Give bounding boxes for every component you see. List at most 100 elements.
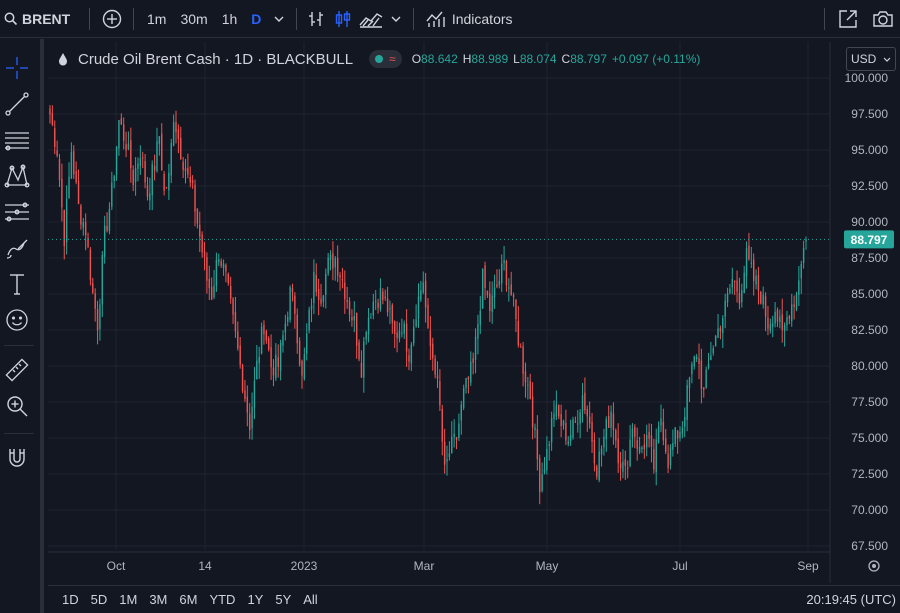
text-tool[interactable] (4, 271, 30, 297)
interval-d[interactable]: D (244, 0, 268, 38)
fib-retracement-tool[interactable] (4, 127, 30, 153)
measure-tool[interactable] (4, 357, 30, 383)
candle (277, 344, 279, 378)
price-tick-label: 72.500 (851, 467, 888, 481)
candle (489, 281, 491, 322)
candle (655, 428, 657, 486)
candle (748, 232, 750, 261)
chevron-down-icon (391, 16, 401, 22)
market-status[interactable]: ≈ (369, 50, 402, 68)
candles-style-button[interactable] (330, 0, 357, 38)
candle (127, 131, 130, 151)
candle (58, 154, 61, 187)
trend-line-tool[interactable] (4, 91, 30, 117)
candle (579, 408, 581, 439)
range-3m[interactable]: 3M (143, 592, 173, 607)
candle (420, 280, 422, 303)
candle (139, 145, 142, 175)
toolbar-divider (412, 7, 414, 30)
symbol-search[interactable]: BRENT (0, 0, 83, 38)
price-tick-label: 75.000 (851, 431, 888, 445)
candle (315, 263, 317, 297)
candle (61, 163, 63, 222)
candle (586, 405, 588, 432)
candle (546, 436, 548, 475)
price-tick-label: 85.000 (851, 287, 888, 301)
bars-style-button[interactable] (303, 0, 330, 38)
candle (241, 363, 244, 394)
prediction-tool[interactable] (4, 199, 30, 225)
candle (429, 316, 432, 360)
interval-1h[interactable]: 1h (215, 0, 245, 38)
candle (170, 138, 172, 184)
interval-dropdown[interactable] (268, 0, 289, 38)
crosshair-tool[interactable] (4, 55, 30, 81)
settings-icon[interactable] (868, 560, 880, 572)
indicators-button[interactable]: Indicators (420, 0, 519, 38)
candle (134, 157, 137, 196)
candle (760, 290, 762, 305)
price-tick-label: 67.500 (851, 539, 888, 553)
candle (741, 283, 743, 308)
brush-tool[interactable] (4, 235, 30, 261)
expand-icon (839, 9, 857, 28)
candle (163, 171, 165, 196)
range-1m[interactable]: 1M (113, 592, 143, 607)
candle (149, 177, 151, 211)
magnet-tool[interactable] (4, 445, 30, 471)
candle (496, 269, 498, 289)
candle (441, 404, 443, 456)
candle (565, 409, 567, 446)
candle (798, 266, 800, 307)
price-tick-label: 92.500 (851, 179, 888, 193)
candle (536, 415, 539, 471)
candle (389, 300, 391, 325)
candle (615, 428, 617, 448)
candle (634, 424, 636, 449)
range-1d[interactable]: 1D (48, 592, 85, 607)
candle (755, 269, 757, 290)
candle (75, 161, 77, 185)
snapshot-button[interactable] (865, 0, 900, 38)
range-5y[interactable]: 5Y (269, 592, 297, 607)
utc-clock[interactable]: 20:19:45 (UTC) (806, 592, 896, 607)
candle (182, 156, 184, 179)
candle (232, 297, 234, 325)
candle (49, 105, 51, 124)
pattern-tool[interactable] (4, 163, 30, 189)
emoji-tool[interactable] (4, 307, 30, 333)
candle (191, 175, 194, 189)
top-toolbar: BRENT 1m 30m 1h D Indicators (0, 0, 900, 38)
interval-1m[interactable]: 1m (140, 0, 173, 38)
range-5d[interactable]: 5D (85, 592, 114, 607)
candle (805, 236, 807, 250)
candle (607, 405, 610, 428)
range-all[interactable]: All (297, 592, 323, 607)
ohlc-change: +0.097 (+0.11%) (611, 52, 701, 66)
candle (142, 151, 144, 169)
candle (486, 290, 489, 298)
chart-pane[interactable]: 88.797 100.000 97.500 95.000 92.500 90.000 87… (48, 42, 900, 583)
indicators-icon (426, 11, 445, 27)
candle (189, 166, 191, 188)
candle (208, 265, 210, 301)
zoom-in-tool[interactable] (4, 393, 30, 419)
currency-selector[interactable]: USD (846, 47, 896, 71)
candle (184, 158, 187, 184)
candle (493, 274, 496, 309)
add-circle-icon (102, 9, 121, 28)
toolbar-divider (4, 345, 34, 346)
range-1y[interactable]: 1Y (241, 592, 269, 607)
fullscreen-button[interactable] (831, 0, 866, 38)
area-style-button[interactable] (357, 0, 386, 38)
candle (508, 278, 510, 302)
candle (591, 413, 593, 453)
range-ytd[interactable]: YTD (203, 592, 241, 607)
chart-style-dropdown[interactable] (386, 0, 407, 38)
price-chart[interactable]: 88.797 100.000 97.500 95.000 92.500 90.000 87… (48, 42, 900, 583)
compare-symbol-button[interactable] (96, 0, 127, 38)
interval-30m[interactable]: 30m (173, 0, 214, 38)
candle (465, 377, 467, 394)
series-title[interactable]: Crude Oil Brent Cash · 1D · BLACKBULL (78, 51, 353, 68)
range-6m[interactable]: 6M (173, 592, 203, 607)
